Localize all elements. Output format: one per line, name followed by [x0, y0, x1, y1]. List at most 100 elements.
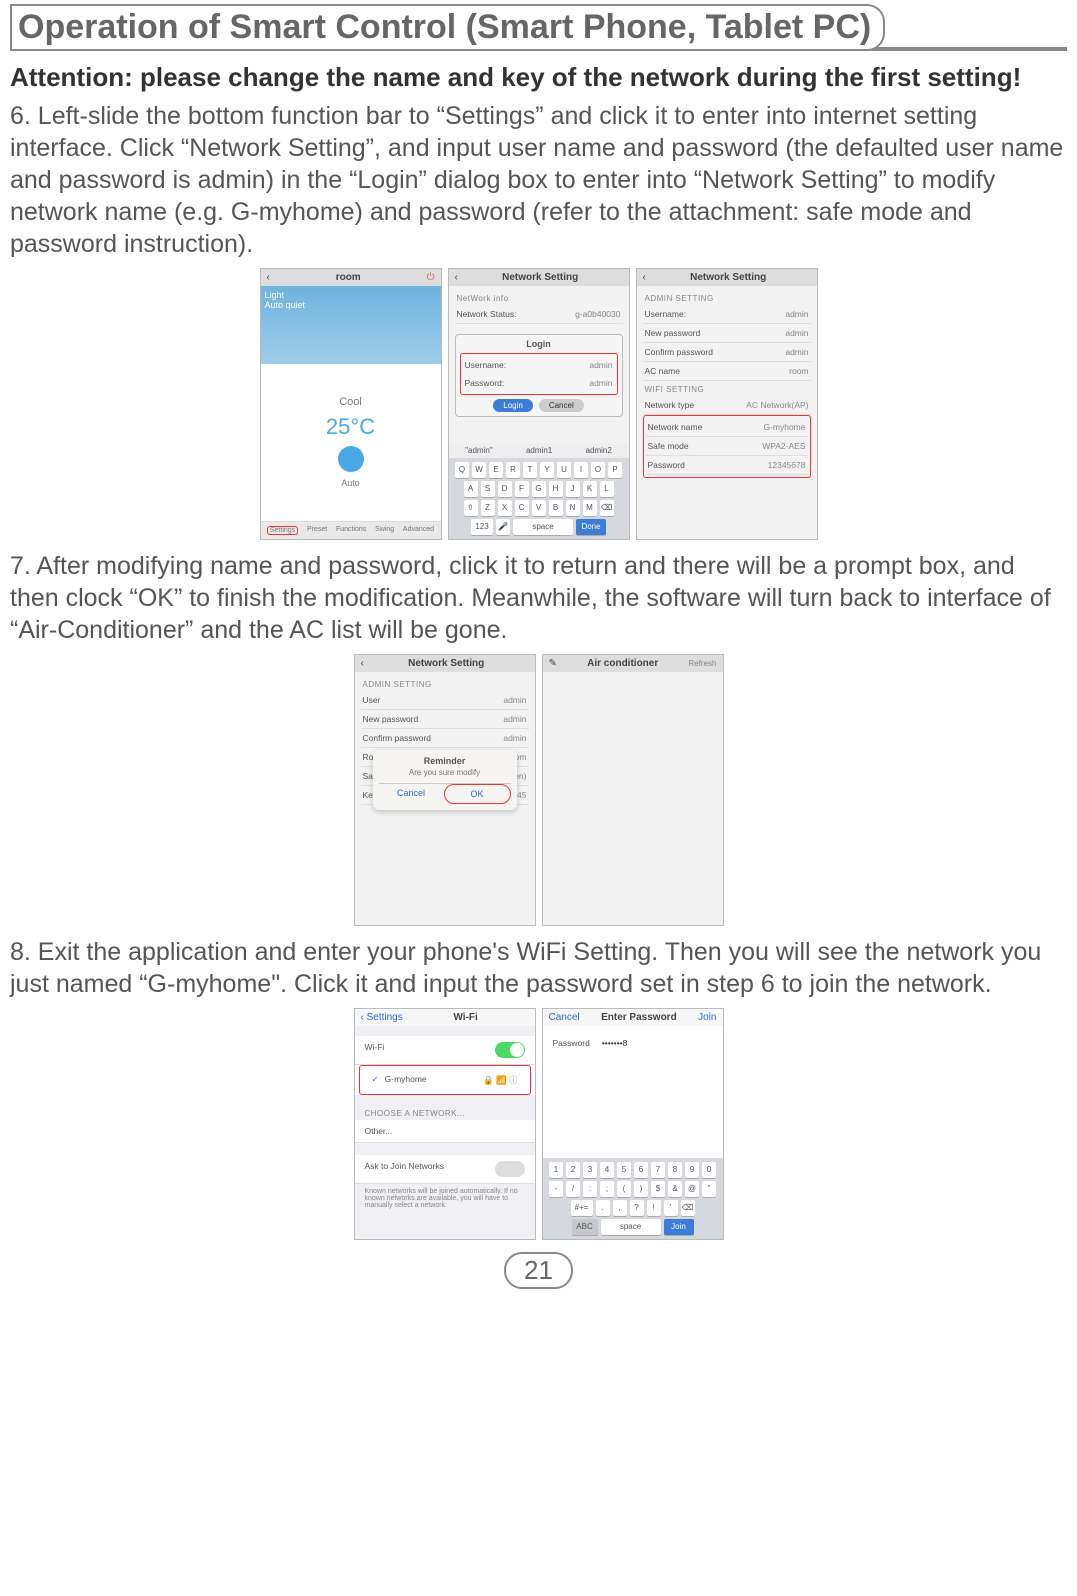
cpass-v[interactable]: admin: [785, 347, 808, 357]
key[interactable]: 7: [651, 1162, 665, 1178]
key[interactable]: @: [685, 1181, 699, 1197]
key[interactable]: X: [498, 500, 512, 516]
key[interactable]: P: [608, 462, 622, 478]
key[interactable]: :: [583, 1181, 597, 1197]
edit-icon[interactable]: ✎: [549, 658, 557, 669]
network-name[interactable]: G-myhome: [385, 1074, 427, 1084]
ask-toggle[interactable]: [495, 1161, 525, 1177]
power-icon[interactable]: ⏻: [427, 272, 435, 283]
fn-preset[interactable]: Preset: [307, 526, 327, 535]
suggest-0[interactable]: "admin": [465, 446, 492, 455]
key[interactable]: /: [566, 1181, 580, 1197]
status-label: Network Status:: [457, 309, 517, 319]
login-button[interactable]: Login: [493, 399, 533, 412]
key[interactable]: Q: [455, 462, 469, 478]
key[interactable]: ": [702, 1181, 716, 1197]
fn-functions[interactable]: Functions: [336, 526, 366, 535]
settings-back[interactable]: ‹ Settings: [361, 1012, 403, 1023]
key[interactable]: 3: [583, 1162, 597, 1178]
fn-advanced[interactable]: Advanced: [403, 526, 434, 535]
key[interactable]: (: [617, 1181, 631, 1197]
ntype-v[interactable]: AC Network(AP): [746, 400, 808, 410]
key[interactable]: W: [472, 462, 486, 478]
key[interactable]: K: [583, 481, 597, 497]
symbols-key[interactable]: #+=: [571, 1200, 593, 1216]
key[interactable]: D: [498, 481, 512, 497]
key[interactable]: N: [566, 500, 580, 516]
refresh-button[interactable]: Refresh: [688, 659, 716, 668]
key[interactable]: S: [481, 481, 495, 497]
key[interactable]: Y: [540, 462, 554, 478]
key[interactable]: J: [566, 481, 580, 497]
key[interactable]: G: [532, 481, 546, 497]
key[interactable]: F: [515, 481, 529, 497]
nname-v[interactable]: G-myhome: [763, 422, 805, 432]
key[interactable]: B: [549, 500, 563, 516]
shift-key[interactable]: ⇧: [464, 500, 478, 516]
enterpw-join[interactable]: Join: [698, 1012, 716, 1023]
backspace-key[interactable]: ⌫: [600, 500, 614, 516]
wifi-toggle[interactable]: [495, 1042, 525, 1058]
key[interactable]: U: [557, 462, 571, 478]
key[interactable]: 1: [549, 1162, 563, 1178]
other-network[interactable]: Other...: [365, 1126, 393, 1136]
key[interactable]: M: [583, 500, 597, 516]
key[interactable]: R: [506, 462, 520, 478]
pw-v[interactable]: 12345678: [768, 460, 806, 470]
key[interactable]: 2: [566, 1162, 580, 1178]
key[interactable]: T: [523, 462, 537, 478]
function-bar[interactable]: Settings Preset Functions Swing Advanced: [261, 521, 441, 539]
enterpw-keyboard[interactable]: 1 2 3 4 5 6 7 8 9 0 - / : ; ( ): [543, 1158, 723, 1239]
cancel-button[interactable]: Cancel: [539, 399, 584, 412]
mic-icon[interactable]: 🎤: [496, 519, 510, 535]
join-key[interactable]: Join: [664, 1219, 694, 1235]
key[interactable]: 4: [600, 1162, 614, 1178]
key[interactable]: V: [532, 500, 546, 516]
key[interactable]: ): [634, 1181, 648, 1197]
suggest-2[interactable]: admin2: [586, 446, 612, 455]
key[interactable]: ,: [613, 1200, 627, 1216]
enterpw-cancel[interactable]: Cancel: [549, 1012, 580, 1023]
abc-key[interactable]: ABC: [572, 1219, 598, 1235]
key-123[interactable]: 123: [471, 519, 493, 535]
safe-v[interactable]: WPA2-AES: [762, 441, 805, 451]
key[interactable]: ?: [630, 1200, 644, 1216]
wifi-info-icon[interactable]: 🔒 📶 ⓘ: [483, 1074, 517, 1086]
enterpw-value[interactable]: •••••••8: [602, 1038, 713, 1048]
key[interactable]: &: [668, 1181, 682, 1197]
key[interactable]: H: [549, 481, 563, 497]
key[interactable]: I: [574, 462, 588, 478]
key[interactable]: E: [489, 462, 503, 478]
key[interactable]: 8: [668, 1162, 682, 1178]
pass-value[interactable]: admin: [589, 378, 612, 388]
key[interactable]: ;: [600, 1181, 614, 1197]
ac-v[interactable]: room: [789, 366, 808, 376]
key[interactable]: Z: [481, 500, 495, 516]
user-value[interactable]: admin: [589, 360, 612, 370]
key[interactable]: L: [600, 481, 614, 497]
user-v[interactable]: admin: [785, 309, 808, 319]
key[interactable]: 6: [634, 1162, 648, 1178]
key[interactable]: -: [549, 1181, 563, 1197]
suggest-1[interactable]: admin1: [526, 446, 552, 455]
npass-v[interactable]: admin: [785, 328, 808, 338]
reminder-ok[interactable]: OK: [444, 784, 511, 804]
backspace-key[interactable]: ⌫: [681, 1200, 695, 1216]
space-key[interactable]: space: [601, 1219, 661, 1235]
space-key[interactable]: space: [513, 519, 573, 535]
key[interactable]: $: [651, 1181, 665, 1197]
reminder-cancel[interactable]: Cancel: [379, 784, 444, 804]
keyboard[interactable]: Q W E R T Y U I O P A S D F G H: [449, 458, 629, 539]
key[interactable]: ': [664, 1200, 678, 1216]
key[interactable]: 9: [685, 1162, 699, 1178]
key[interactable]: 0: [702, 1162, 716, 1178]
key[interactable]: .: [596, 1200, 610, 1216]
key[interactable]: 5: [617, 1162, 631, 1178]
fn-swing[interactable]: Swing: [375, 526, 394, 535]
key[interactable]: O: [591, 462, 605, 478]
fn-settings[interactable]: Settings: [267, 526, 298, 535]
key[interactable]: C: [515, 500, 529, 516]
done-key[interactable]: Done: [576, 519, 606, 535]
key[interactable]: !: [647, 1200, 661, 1216]
key[interactable]: A: [464, 481, 478, 497]
